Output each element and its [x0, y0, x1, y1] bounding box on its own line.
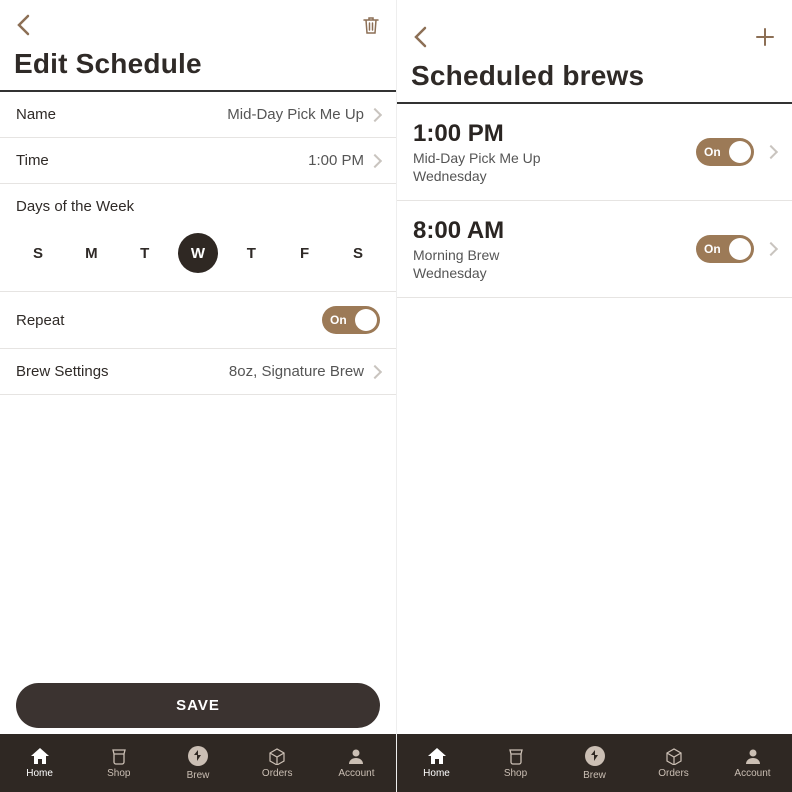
scheduled-info: 8:00 AM Morning Brew Wednesday: [413, 217, 504, 281]
scheduled-list: 1:00 PM Mid-Day Pick Me Up Wednesday On …: [397, 104, 792, 734]
row-name-value: Mid-Day Pick Me Up: [227, 106, 380, 123]
day-thu[interactable]: T: [231, 233, 271, 273]
scheduled-item[interactable]: 1:00 PM Mid-Day Pick Me Up Wednesday On: [397, 104, 792, 201]
topbar: [397, 0, 792, 54]
tab-brew[interactable]: Brew: [555, 734, 634, 792]
row-repeat-label: Repeat: [16, 312, 64, 329]
box-icon: [665, 747, 683, 765]
scheduled-toggle[interactable]: On: [696, 138, 754, 166]
scheduled-right: On: [696, 138, 776, 166]
repeat-toggle-text: On: [330, 313, 347, 327]
scheduled-day: Wednesday: [413, 168, 541, 184]
tab-orders[interactable]: Orders: [634, 734, 713, 792]
row-time-value: 1:00 PM: [308, 152, 380, 169]
row-brew-value: 8oz, Signature Brew: [229, 363, 380, 380]
cup-icon: [110, 747, 128, 765]
chevron-right-icon: [368, 364, 382, 378]
scheduled-right: On: [696, 235, 776, 263]
row-time-label: Time: [16, 152, 49, 169]
chevron-right-icon: [368, 153, 382, 167]
tab-shop[interactable]: Shop: [79, 734, 158, 792]
tab-home-label: Home: [423, 768, 450, 779]
row-name-value-text: Mid-Day Pick Me Up: [227, 106, 364, 123]
chevron-right-icon: [764, 242, 778, 256]
scheduled-info: 1:00 PM Mid-Day Pick Me Up Wednesday: [413, 120, 541, 184]
scheduled-toggle-text: On: [704, 145, 721, 159]
back-icon[interactable]: [16, 14, 30, 36]
tab-orders[interactable]: Orders: [238, 734, 317, 792]
day-mon[interactable]: M: [71, 233, 111, 273]
tab-account-label: Account: [734, 768, 770, 779]
days-label: Days of the Week: [16, 198, 380, 215]
scheduled-item[interactable]: 8:00 AM Morning Brew Wednesday On: [397, 201, 792, 298]
row-brew-label: Brew Settings: [16, 363, 109, 380]
tab-home-label: Home: [26, 768, 53, 779]
tab-account[interactable]: Account: [713, 734, 792, 792]
brew-icon: [187, 745, 209, 767]
toggle-knob: [729, 238, 751, 260]
chevron-right-icon: [764, 145, 778, 159]
tabbar: Home Shop Brew Orders Account: [397, 734, 792, 792]
tab-shop-label: Shop: [504, 768, 527, 779]
tab-orders-label: Orders: [262, 768, 293, 779]
scheduled-toggle-text: On: [704, 242, 721, 256]
row-brew-settings[interactable]: Brew Settings 8oz, Signature Brew: [0, 349, 396, 395]
trash-icon[interactable]: [362, 15, 380, 35]
day-sun[interactable]: S: [18, 233, 58, 273]
row-time-value-text: 1:00 PM: [308, 152, 364, 169]
day-wed[interactable]: W: [178, 233, 218, 273]
person-icon: [744, 747, 762, 765]
tab-brew-label: Brew: [583, 770, 606, 781]
scheduled-day: Wednesday: [413, 265, 504, 281]
scheduled-name: Mid-Day Pick Me Up: [413, 150, 541, 166]
page-title: Edit Schedule: [0, 42, 396, 90]
scheduled-time: 8:00 AM: [413, 217, 504, 245]
row-repeat: Repeat On: [0, 292, 396, 349]
box-icon: [268, 747, 286, 765]
tab-brew[interactable]: Brew: [158, 734, 237, 792]
back-icon[interactable]: [413, 26, 427, 48]
row-name[interactable]: Name Mid-Day Pick Me Up: [0, 92, 396, 138]
scheduled-name: Morning Brew: [413, 247, 504, 263]
chevron-right-icon: [368, 107, 382, 121]
brew-icon: [584, 745, 606, 767]
screen-edit-schedule: Edit Schedule Name Mid-Day Pick Me Up Ti…: [0, 0, 396, 792]
tab-home[interactable]: Home: [397, 734, 476, 792]
person-icon: [347, 747, 365, 765]
tab-shop-label: Shop: [107, 768, 130, 779]
edit-content: Name Mid-Day Pick Me Up Time 1:00 PM Day…: [0, 92, 396, 683]
scheduled-time: 1:00 PM: [413, 120, 541, 148]
add-icon[interactable]: [754, 26, 776, 48]
day-fri[interactable]: F: [285, 233, 325, 273]
page-title: Scheduled brews: [397, 54, 792, 102]
day-tue[interactable]: T: [125, 233, 165, 273]
row-time[interactable]: Time 1:00 PM: [0, 138, 396, 184]
tab-shop[interactable]: Shop: [476, 734, 555, 792]
cup-icon: [507, 747, 525, 765]
home-icon: [30, 747, 50, 765]
tab-orders-label: Orders: [658, 768, 689, 779]
home-icon: [427, 747, 447, 765]
screen-scheduled-brews: Scheduled brews 1:00 PM Mid-Day Pick Me …: [396, 0, 792, 792]
tab-account-label: Account: [338, 768, 374, 779]
repeat-toggle[interactable]: On: [322, 306, 380, 334]
toggle-knob: [355, 309, 377, 331]
day-sat[interactable]: S: [338, 233, 378, 273]
tab-home[interactable]: Home: [0, 734, 79, 792]
tabbar: Home Shop Brew Orders Account: [0, 734, 396, 792]
topbar: [0, 0, 396, 42]
tab-account[interactable]: Account: [317, 734, 396, 792]
save-button[interactable]: SAVE: [16, 683, 380, 728]
scheduled-toggle[interactable]: On: [696, 235, 754, 263]
row-days: Days of the Week S M T W T F S: [0, 184, 396, 292]
row-name-label: Name: [16, 106, 56, 123]
days-list: S M T W T F S: [16, 233, 380, 281]
toggle-knob: [729, 141, 751, 163]
tab-brew-label: Brew: [187, 770, 210, 781]
row-brew-value-text: 8oz, Signature Brew: [229, 363, 364, 380]
